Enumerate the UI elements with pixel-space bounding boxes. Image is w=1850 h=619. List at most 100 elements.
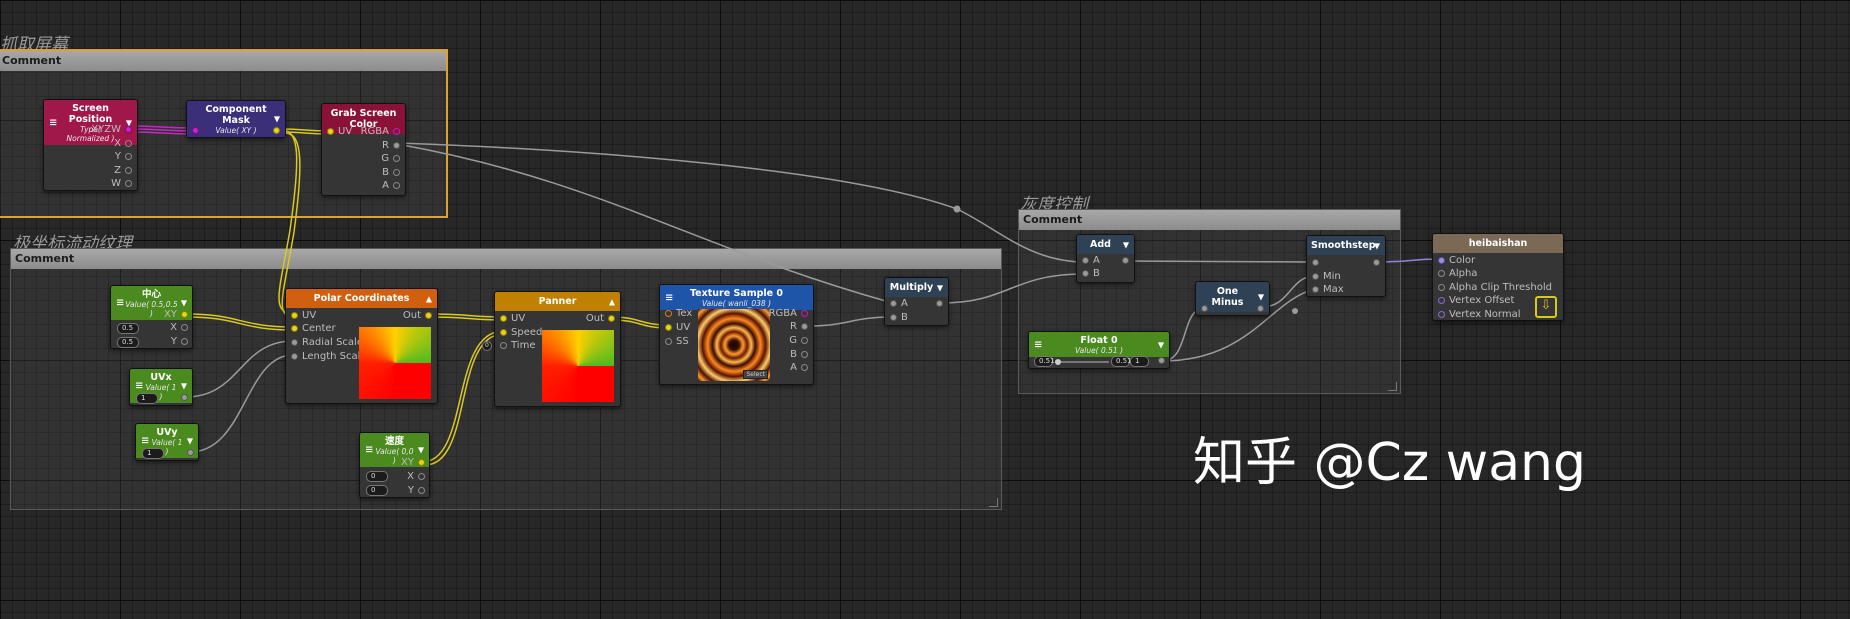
- port-out[interactable]: [1158, 355, 1165, 367]
- port-out[interactable]: Out: [586, 313, 615, 325]
- node-float[interactable]: ≡ Float 0 Value( 0.51 ) ▼ 0.51 0.51 1: [1028, 331, 1170, 369]
- port-in[interactable]: [192, 125, 199, 137]
- collapse-arrow-icon[interactable]: ▲: [609, 296, 615, 307]
- resize-handle[interactable]: [989, 498, 998, 507]
- port-uv[interactable]: UV: [500, 313, 525, 325]
- node-header[interactable]: heibaishan: [1433, 234, 1563, 253]
- menu-icon[interactable]: ≡: [49, 117, 57, 128]
- value-field[interactable]: 1: [136, 393, 158, 404]
- node-header[interactable]: Polar Coordinates ▲: [286, 289, 437, 308]
- port-radial-scale[interactable]: Radial Scale: [291, 337, 363, 349]
- port-time[interactable]: Time: [500, 340, 535, 352]
- collapse-arrow-icon[interactable]: ▼: [418, 445, 424, 456]
- node-header[interactable]: Add ▼: [1077, 235, 1134, 254]
- node-grab-screen-color[interactable]: Grab Screen Color UV RGBA R G B A: [321, 103, 406, 196]
- download-icon[interactable]: ⇩: [1535, 296, 1557, 318]
- collapse-arrow-icon[interactable]: ▼: [937, 282, 943, 293]
- slider-knob[interactable]: [1055, 359, 1061, 365]
- port-alpha-clip-threshold[interactable]: Alpha Clip Threshold: [1438, 282, 1552, 294]
- port-x[interactable]: X: [407, 471, 425, 483]
- port-min[interactable]: Min: [1312, 271, 1341, 283]
- node-header[interactable]: ≡ Float 0 Value( 0.51 ) ▼: [1029, 332, 1169, 357]
- max-field[interactable]: 1: [1130, 356, 1149, 367]
- port-w[interactable]: W: [111, 178, 132, 190]
- port-out[interactable]: [1373, 257, 1380, 269]
- port-vertex-offset[interactable]: Vertex Offset: [1438, 295, 1514, 307]
- port-b[interactable]: B: [382, 167, 400, 179]
- port-alpha[interactable]: Alpha: [1438, 268, 1477, 280]
- collapse-arrow-icon[interactable]: ▼: [181, 381, 187, 392]
- port-rgba[interactable]: RGBA: [361, 126, 400, 138]
- node-header[interactable]: Multiply ▼: [885, 278, 948, 297]
- port-uv[interactable]: UV: [665, 322, 690, 334]
- port-in[interactable]: [1201, 303, 1208, 315]
- port-out[interactable]: [181, 392, 188, 404]
- menu-icon[interactable]: ≡: [365, 445, 373, 456]
- collapse-arrow-icon[interactable]: ▼: [1158, 339, 1164, 350]
- port-max[interactable]: Max: [1312, 284, 1344, 296]
- node-texture-sample[interactable]: ≡ Texture Sample 0 Value( wanli_038 ) Te…: [659, 284, 814, 385]
- node-component-mask[interactable]: Component Mask Value( XY ) ▼: [186, 100, 286, 138]
- menu-icon[interactable]: ≡: [116, 298, 124, 309]
- port-x[interactable]: X: [170, 322, 188, 334]
- y-value-field[interactable]: 0: [366, 485, 388, 496]
- port-out[interactable]: [1122, 255, 1129, 267]
- port-length-scale[interactable]: Length Scale: [291, 351, 367, 363]
- select-button[interactable]: Select: [743, 370, 768, 379]
- node-multiply[interactable]: Multiply ▼ A B: [884, 277, 949, 326]
- collapse-arrow-icon[interactable]: ▼: [181, 298, 187, 309]
- port-out[interactable]: [936, 298, 943, 310]
- port-b[interactable]: B: [1082, 268, 1100, 280]
- port-out[interactable]: [1257, 303, 1264, 315]
- node-add[interactable]: Add ▼ A B: [1076, 234, 1135, 283]
- node-header[interactable]: Panner ▲: [495, 292, 620, 311]
- collapse-arrow-icon[interactable]: ▼: [187, 436, 193, 447]
- node-uvy[interactable]: ≡ UVy Value( 1 ) ▼ 1: [135, 423, 199, 461]
- port-uv[interactable]: UV: [291, 310, 316, 322]
- port-ss[interactable]: SS: [665, 336, 689, 348]
- menu-icon[interactable]: ≡: [141, 436, 149, 447]
- port-a[interactable]: A: [790, 362, 808, 374]
- port-speed[interactable]: Speed: [500, 327, 542, 339]
- texture-preview[interactable]: Select: [698, 309, 770, 381]
- collapse-arrow-icon[interactable]: ▼: [1123, 239, 1129, 250]
- node-panner[interactable]: Panner ▲ UV Speed 0 Time Out: [482, 291, 621, 407]
- port-g[interactable]: G: [789, 335, 808, 347]
- port-z[interactable]: Z: [114, 165, 132, 177]
- port-y[interactable]: Y: [171, 336, 188, 348]
- node-center[interactable]: ≡ 中心 Value( 0.5,0.5 ) ▼ XY 0.5 X 0.5 Y: [110, 285, 193, 349]
- port-out[interactable]: [187, 447, 194, 459]
- time-value-field[interactable]: 0: [482, 341, 492, 351]
- port-r[interactable]: R: [790, 321, 808, 333]
- value-field[interactable]: 1: [142, 448, 164, 459]
- node-smoothstep[interactable]: Smoothstep ▼ Min Max: [1306, 235, 1386, 297]
- port-a[interactable]: A: [890, 298, 908, 310]
- node-speed[interactable]: ≡ 速度 Value( 0,0 ) ▼ XY 0 X 0 Y: [359, 432, 430, 498]
- port-y[interactable]: Y: [408, 485, 425, 497]
- node-one-minus[interactable]: One Minus ▼: [1195, 281, 1270, 316]
- port-xy[interactable]: XY: [164, 309, 188, 321]
- port-x[interactable]: X: [114, 138, 132, 150]
- port-center[interactable]: Center: [291, 323, 336, 335]
- node-header[interactable]: Smoothstep ▼: [1307, 236, 1385, 255]
- menu-icon[interactable]: ≡: [1034, 339, 1042, 350]
- resize-handle[interactable]: [1388, 382, 1397, 391]
- node-polar-coordinates[interactable]: Polar Coordinates ▲ UV Center Radial Sca…: [285, 288, 438, 404]
- port-color[interactable]: Color: [1438, 255, 1475, 267]
- node-output[interactable]: heibaishan Color Alpha Alpha Clip Thresh…: [1432, 233, 1564, 321]
- port-g[interactable]: G: [381, 153, 400, 165]
- collapse-arrow-icon[interactable]: ▼: [1374, 240, 1380, 251]
- y-value-field[interactable]: 0.5: [117, 337, 139, 348]
- node-uvx[interactable]: ≡ UVx Value( 1 ) ▼ 1: [129, 368, 193, 406]
- port-rgba[interactable]: RGBA: [769, 308, 808, 320]
- menu-icon[interactable]: ≡: [665, 292, 673, 303]
- port-out[interactable]: Out: [403, 310, 432, 322]
- port-vertex-normal[interactable]: Vertex Normal: [1438, 309, 1521, 321]
- port-b[interactable]: B: [890, 312, 908, 324]
- port-a[interactable]: A: [382, 180, 400, 192]
- x-value-field[interactable]: 0: [366, 471, 388, 482]
- collapse-arrow-icon[interactable]: ▼: [1258, 292, 1264, 303]
- collapse-arrow-icon[interactable]: ▼: [274, 114, 280, 125]
- port-b[interactable]: B: [790, 349, 808, 361]
- port-a[interactable]: A: [1082, 255, 1100, 267]
